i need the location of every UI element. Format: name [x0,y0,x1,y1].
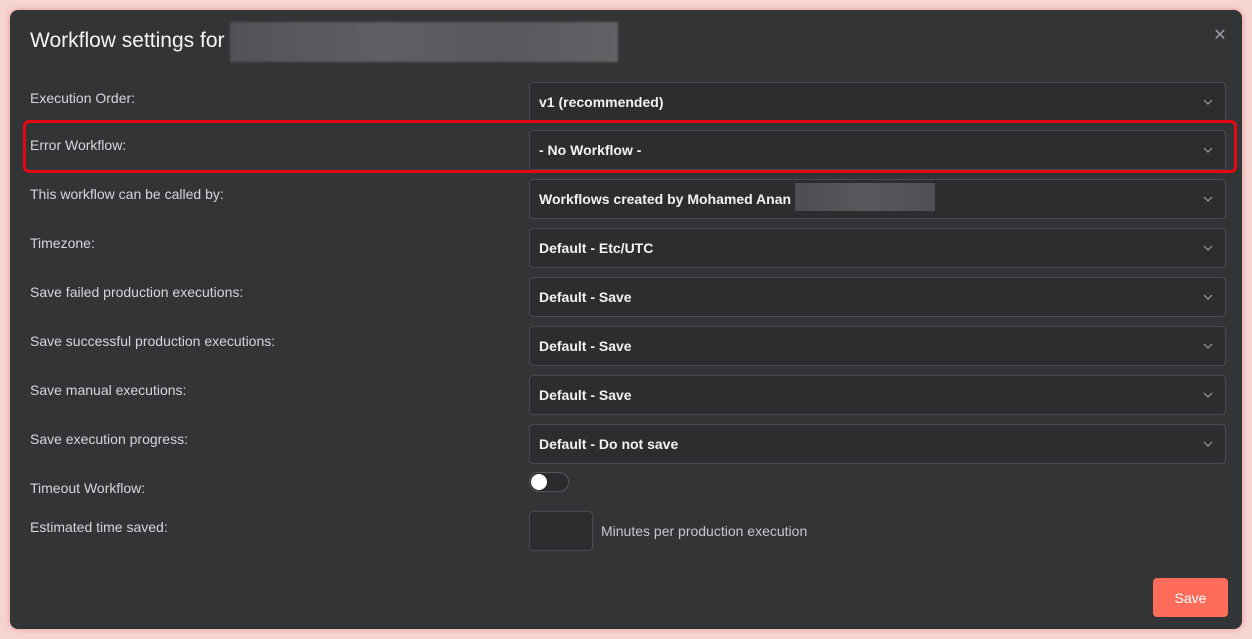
save-failed-select[interactable]: Default - Save [529,277,1226,317]
callable-by-label: This workflow can be called by: [30,186,224,202]
save-successful-label: Save successful production executions: [30,333,276,349]
callable-by-value: Workflows created by Mohamed Anan [539,191,792,207]
chevron-down-icon [1203,147,1213,153]
save-progress-select[interactable]: Default - Do not save [529,424,1226,464]
save-progress-label: Save execution progress: [30,431,188,447]
timeout-label: Timeout Workflow: [30,480,146,496]
time-saved-label: Estimated time saved: [30,519,168,535]
toggle-knob [531,474,547,490]
chevron-down-icon [1203,392,1213,398]
save-successful-value: Default - Save [539,338,632,354]
execution-order-value: v1 (recommended) [539,94,664,110]
save-progress-value: Default - Do not save [539,436,679,452]
timeout-toggle[interactable] [529,472,569,492]
time-saved-input[interactable] [529,511,593,551]
chevron-down-icon [1203,99,1213,105]
timezone-label: Timezone: [30,235,95,251]
save-manual-select[interactable]: Default - Save [529,375,1226,415]
chevron-down-icon [1203,196,1213,202]
save-manual-label: Save manual executions: [30,382,187,398]
close-icon[interactable]: ✕ [1212,28,1228,44]
timezone-value: Default - Etc/UTC [539,240,654,256]
redacted-workflow-name [230,22,618,62]
chevron-down-icon [1203,294,1213,300]
time-saved-suffix: Minutes per production execution [601,523,808,539]
workflow-settings-dialog: Workflow settings for ✕ Execution Order:… [10,10,1242,629]
execution-order-select[interactable]: v1 (recommended) [529,82,1226,122]
screenshot-frame: Workflow settings for ✕ Execution Order:… [0,0,1252,639]
execution-order-label: Execution Order: [30,90,136,106]
error-workflow-select[interactable]: - No Workflow - [529,130,1226,170]
save-failed-label: Save failed production executions: [30,284,244,300]
save-failed-value: Default - Save [539,289,632,305]
save-manual-value: Default - Save [539,387,632,403]
timezone-select[interactable]: Default - Etc/UTC [529,228,1226,268]
dialog-title: Workflow settings for [30,29,225,52]
redacted-user-name [795,183,935,211]
callable-by-select[interactable]: Workflows created by Mohamed Anan [529,179,1226,219]
chevron-down-icon [1203,343,1213,349]
error-workflow-value: - No Workflow - [539,142,642,158]
error-workflow-label: Error Workflow: [30,137,127,153]
chevron-down-icon [1203,441,1213,447]
chevron-down-icon [1203,245,1213,251]
save-button[interactable]: Save [1153,578,1228,617]
save-successful-select[interactable]: Default - Save [529,326,1226,366]
